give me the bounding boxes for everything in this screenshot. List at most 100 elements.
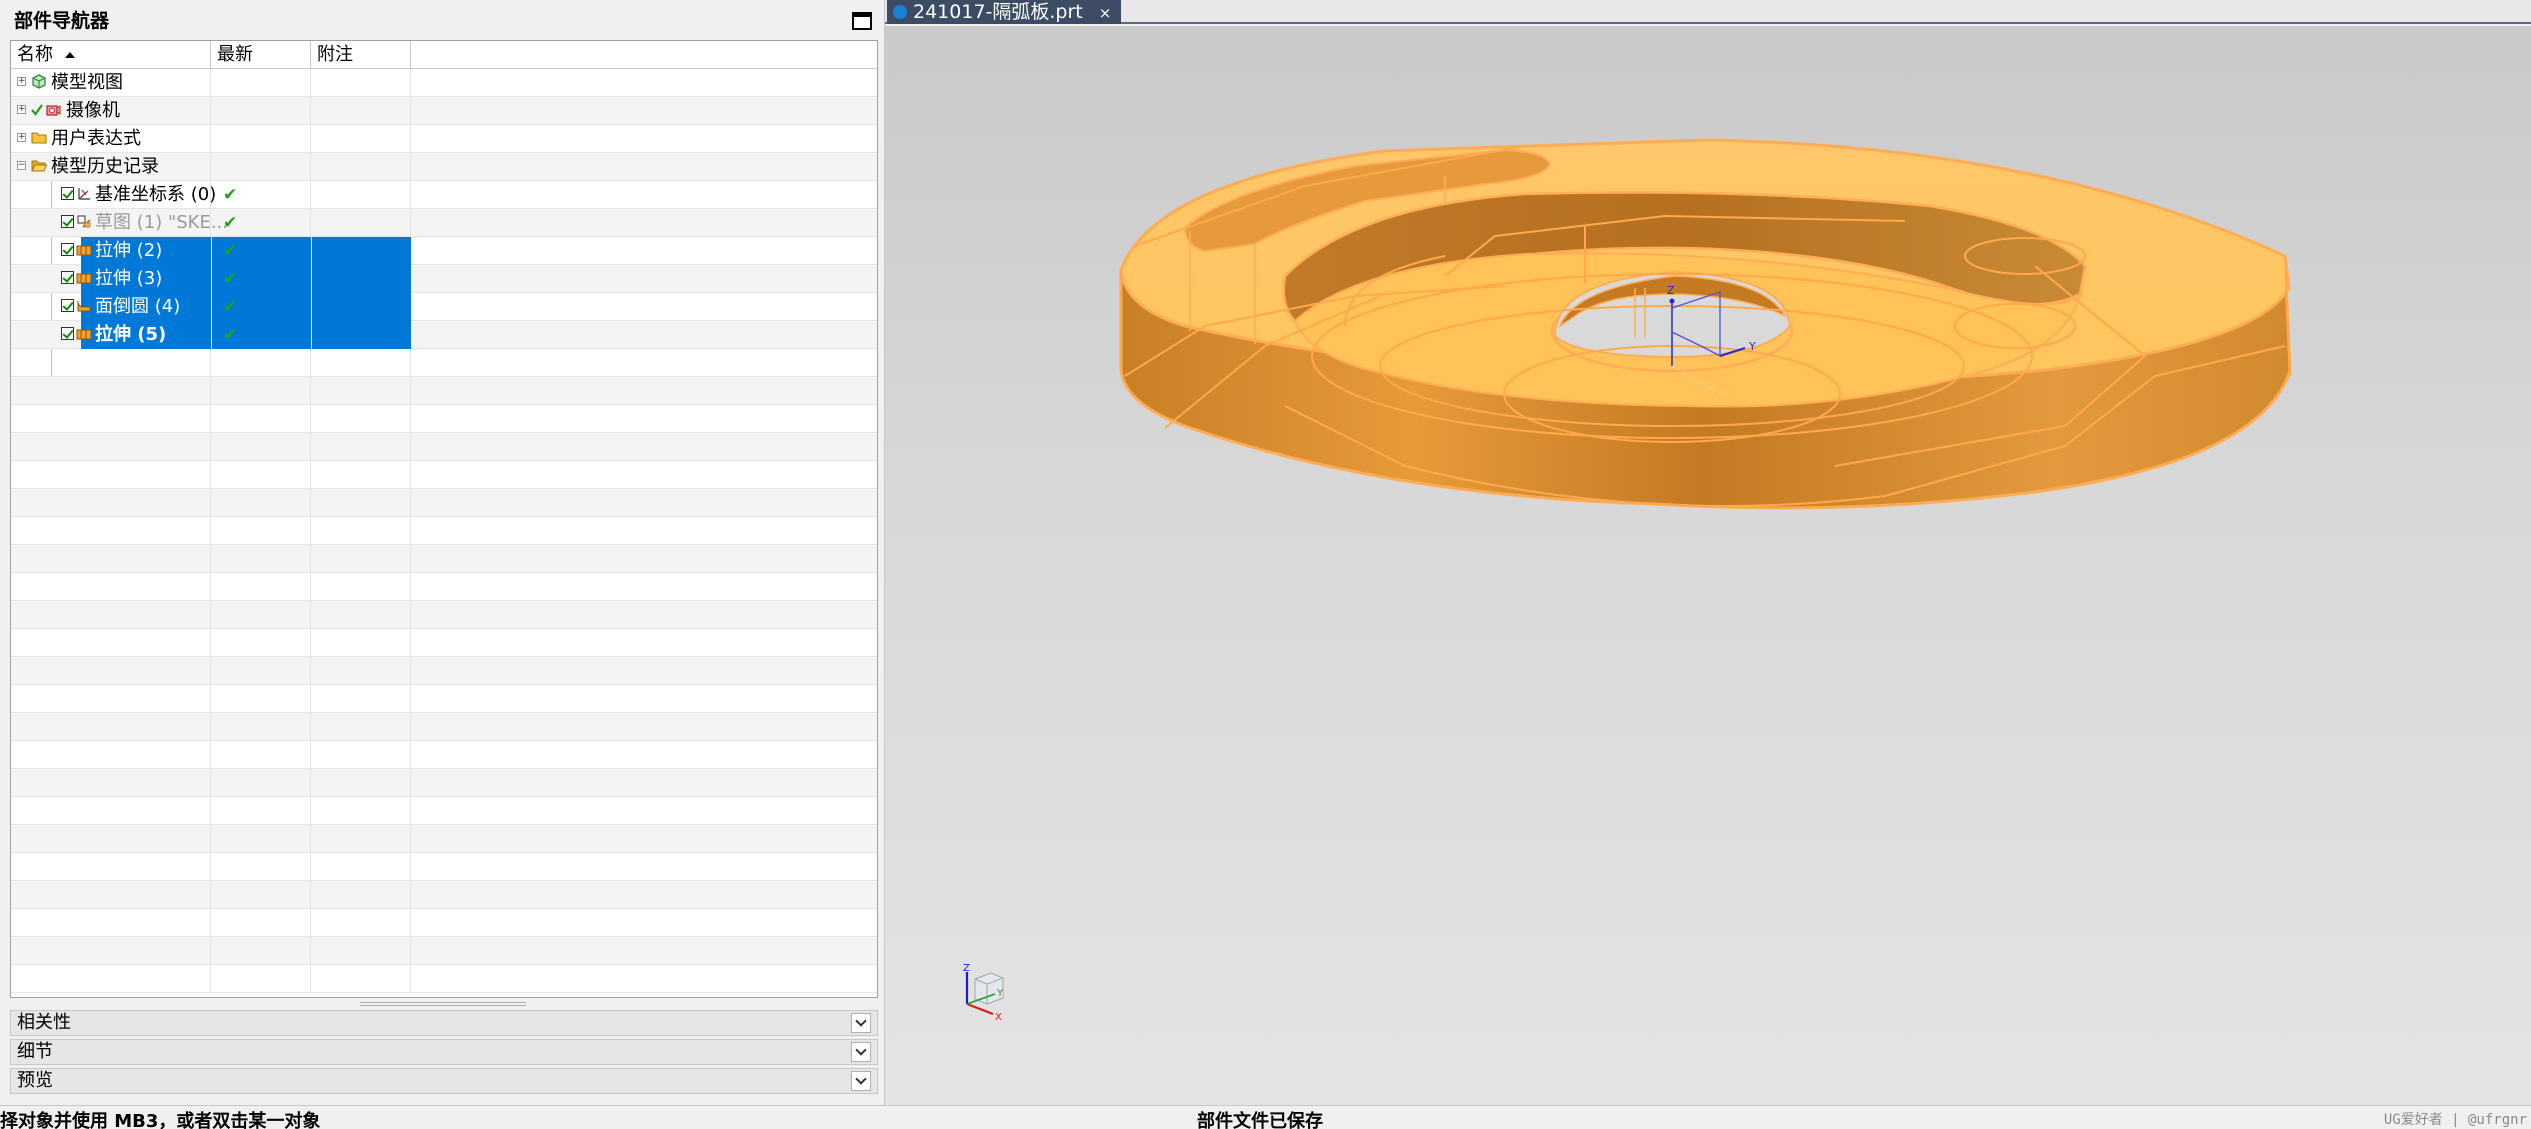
empty-row xyxy=(11,797,877,825)
tree-header: 名称 最新 附注 xyxy=(11,41,877,69)
status-message: 部件文件已保存 xyxy=(1197,1111,1323,1129)
tree-row-camera[interactable]: + 摄像机 xyxy=(11,97,877,125)
part-file-icon xyxy=(893,5,907,19)
wcs-y-label: Y xyxy=(1748,340,1756,353)
empty-row xyxy=(11,461,877,489)
section-label: 细节 xyxy=(17,1041,53,1062)
empty-rows xyxy=(11,349,877,993)
tree-row-label: 草图 (1) "SKE... xyxy=(95,212,228,233)
column-header-latest[interactable]: 最新 xyxy=(211,41,311,69)
tree-row-datum-csys[interactable]: 基准坐标系 (0) ✔ xyxy=(11,181,877,209)
datum-csys-icon xyxy=(78,188,90,200)
empty-row xyxy=(11,405,877,433)
tree-row-label: 模型视图 xyxy=(51,72,123,93)
tree-row-label: 用户表达式 xyxy=(51,128,141,149)
document-tab[interactable]: 241017-隔弧板.prt × xyxy=(887,0,1122,24)
tree-row-sketch[interactable]: 草图 (1) "SKE... ✔ xyxy=(11,209,877,237)
extrude-icon xyxy=(76,273,92,284)
extrude-icon xyxy=(76,245,92,256)
expand-icon[interactable]: + xyxy=(17,133,26,142)
document-tab-bar: 241017-隔弧板.prt × xyxy=(885,0,2531,24)
checkbox[interactable] xyxy=(61,299,74,312)
empty-row xyxy=(11,377,877,405)
checkbox[interactable] xyxy=(61,271,74,284)
empty-row xyxy=(11,657,877,685)
part-navigator-panel: 部件导航器 名称 最新 附注 + 模型视图 + 摄像机 + 用户表达式 − 模型… xyxy=(0,0,885,1105)
tree-row-extrude-5[interactable]: 拉伸 (5) ✔ xyxy=(11,321,877,349)
tree-row-label: 模型历史记录 xyxy=(51,156,159,177)
latest-check-icon: ✔ xyxy=(223,185,238,205)
triad-z-label: Z xyxy=(963,964,970,974)
section-label: 预览 xyxy=(17,1070,53,1091)
checkbox[interactable] xyxy=(61,243,74,256)
tree-row-label: 拉伸 (5) xyxy=(95,324,167,345)
close-icon[interactable]: × xyxy=(1099,4,1112,22)
latest-check-icon: ✔ xyxy=(223,297,238,317)
face-blend-icon xyxy=(77,300,91,312)
checkbox[interactable] xyxy=(61,327,74,340)
collapse-icon[interactable]: − xyxy=(17,161,26,170)
document-tab-label: 241017-隔弧板.prt xyxy=(913,1,1083,23)
empty-row xyxy=(11,601,877,629)
chevron-down-icon[interactable] xyxy=(851,1071,871,1091)
latest-check-icon: ✔ xyxy=(223,241,238,261)
chevron-down-icon[interactable] xyxy=(851,1042,871,1062)
view-triad[interactable]: Z X Y xyxy=(955,964,1025,1044)
column-header-name[interactable]: 名称 xyxy=(11,41,211,69)
expand-icon[interactable]: + xyxy=(17,105,26,114)
tree-row-label: 拉伸 (2) xyxy=(95,240,163,261)
maximize-icon[interactable] xyxy=(852,12,872,30)
section-label: 相关性 xyxy=(17,1012,71,1033)
tree-row-extrude-3[interactable]: 拉伸 (3) ✔ xyxy=(11,265,877,293)
empty-row xyxy=(11,713,877,741)
nx-application-window: 部件导航器 名称 最新 附注 + 模型视图 + 摄像机 + 用户表达式 − 模型… xyxy=(0,0,2531,1129)
section-dependencies[interactable]: 相关性 xyxy=(10,1010,878,1036)
empty-row xyxy=(11,741,877,769)
empty-row xyxy=(11,629,877,657)
folder-icon xyxy=(31,132,47,144)
tree-row-label: 面倒圆 (4) xyxy=(95,296,181,317)
checkbox[interactable] xyxy=(61,187,74,200)
tree-row-user-expressions[interactable]: + 用户表达式 xyxy=(11,125,877,153)
watermark: UG爱好者 | @ufrgnr xyxy=(2383,1112,2527,1128)
empty-row xyxy=(11,853,877,881)
triad-y-label: Y xyxy=(996,988,1004,999)
empty-row xyxy=(11,349,877,377)
model-views-icon xyxy=(32,74,46,89)
column-header-note[interactable]: 附注 xyxy=(311,41,411,69)
panel-splitter-grip[interactable] xyxy=(360,1002,526,1006)
empty-row xyxy=(11,965,877,993)
sketch-icon xyxy=(77,215,91,228)
status-bar: 择对象并使用 MB3，或者双击某一对象 部件文件已保存 UG爱好者 | @ufr… xyxy=(0,1105,2531,1129)
checkbox[interactable] xyxy=(61,215,74,228)
expand-icon[interactable]: + xyxy=(17,77,26,86)
sort-ascending-icon xyxy=(65,52,75,58)
empty-row xyxy=(11,517,877,545)
open-folder-icon xyxy=(31,160,47,172)
navigator-title: 部件导航器 xyxy=(14,10,110,32)
empty-row xyxy=(11,573,877,601)
camera-icon xyxy=(46,105,61,116)
check-icon xyxy=(31,104,43,116)
tree-row-face-blend-4[interactable]: 面倒圆 (4) ✔ xyxy=(11,293,877,321)
tree-row-model-views[interactable]: + 模型视图 xyxy=(11,69,877,97)
section-details[interactable]: 细节 xyxy=(10,1039,878,1065)
graphics-viewport[interactable]: Z Y Z X Y xyxy=(885,26,2531,1105)
tree-row-label: 拉伸 (3) xyxy=(95,268,163,289)
empty-row xyxy=(11,769,877,797)
extrude-icon xyxy=(76,329,92,340)
tree-row-extrude-2[interactable]: 拉伸 (2) ✔ xyxy=(11,237,877,265)
empty-row xyxy=(11,433,877,461)
empty-row xyxy=(11,881,877,909)
chevron-down-icon[interactable] xyxy=(851,1013,871,1033)
section-preview[interactable]: 预览 xyxy=(10,1068,878,1094)
tree-row-model-history[interactable]: − 模型历史记录 xyxy=(11,153,877,181)
part-model[interactable]: Z Y xyxy=(885,26,2531,1105)
empty-row xyxy=(11,545,877,573)
latest-check-icon: ✔ xyxy=(223,213,238,233)
empty-row xyxy=(11,909,877,937)
triad-x-label: X xyxy=(995,1012,1002,1023)
tree-row-label: 基准坐标系 (0) xyxy=(95,184,217,205)
wcs-z-label: Z xyxy=(1667,284,1675,297)
empty-row xyxy=(11,825,877,853)
